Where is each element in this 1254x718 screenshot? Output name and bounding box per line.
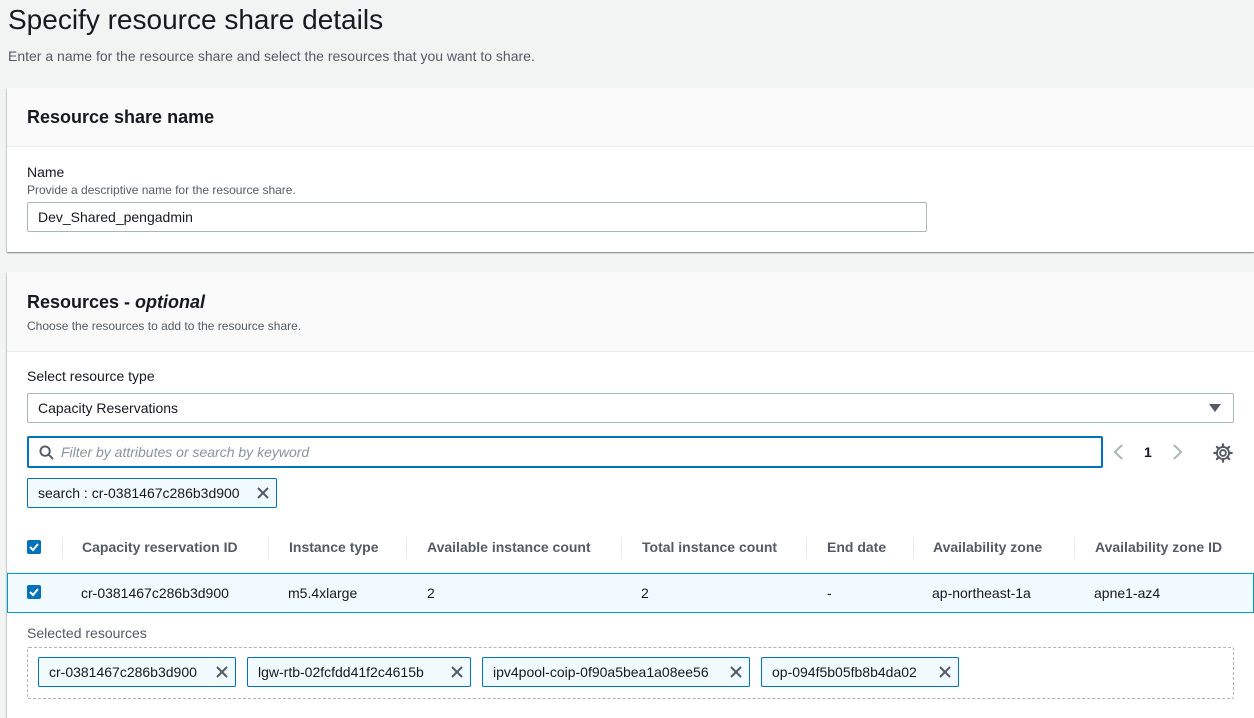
resource-type-label: Select resource type xyxy=(27,368,155,384)
filter-token: search : cr-0381467c286b3d900 xyxy=(27,478,277,508)
selected-resource-label: cr-0381467c286b3d900 xyxy=(49,664,197,680)
table-row[interactable]: cr-0381467c286b3d900 m5.4xlarge 2 2 - ap… xyxy=(7,573,1254,613)
selected-resource-token: cr-0381467c286b3d900 xyxy=(38,657,236,687)
column-header-available-instance-count[interactable]: Available instance count xyxy=(427,539,591,555)
column-divider xyxy=(1074,537,1075,559)
column-divider xyxy=(621,537,622,559)
resource-type-value: Capacity Reservations xyxy=(38,400,178,416)
table-cell: 2 xyxy=(427,585,435,601)
column-header-availability-zone[interactable]: Availability zone xyxy=(933,539,1042,555)
selected-resources-area: cr-0381467c286b3d900 lgw-rtb-02fcfdd41f2… xyxy=(27,647,1234,699)
close-icon[interactable] xyxy=(256,486,270,500)
name-field-description: Provide a descriptive name for the resou… xyxy=(27,183,296,197)
close-icon[interactable] xyxy=(215,665,229,679)
name-input[interactable] xyxy=(27,202,927,232)
table-header: Capacity reservation ID Instance type Av… xyxy=(7,523,1254,573)
next-page-icon[interactable] xyxy=(1169,442,1185,462)
filter-token-label: search : cr-0381467c286b3d900 xyxy=(38,485,240,501)
column-header-instance-type[interactable]: Instance type xyxy=(289,539,378,555)
select-all-checkbox[interactable] xyxy=(27,540,41,554)
selected-resource-token: op-094f5b05fb8b4da02 xyxy=(761,657,959,687)
column-header-capacity-reservation-id[interactable]: Capacity reservation ID xyxy=(82,539,238,555)
table-cell: apne1-az4 xyxy=(1094,585,1160,601)
table-cell: - xyxy=(827,585,832,601)
optional-label: optional xyxy=(135,292,205,312)
selected-resources-label: Selected resources xyxy=(27,625,147,641)
column-header-availability-zone-id[interactable]: Availability zone ID xyxy=(1095,539,1222,555)
resources-panel: Resources - optional Choose the resource… xyxy=(7,272,1254,718)
column-divider xyxy=(62,537,63,559)
column-header-total-instance-count[interactable]: Total instance count xyxy=(642,539,777,555)
resource-share-name-panel: Resource share name Name Provide a descr… xyxy=(7,88,1254,252)
name-field-label-group: Name Provide a descriptive name for the … xyxy=(27,164,296,197)
name-field-label: Name xyxy=(27,164,296,180)
panel-title: Resource share name xyxy=(27,107,1234,128)
current-page-number[interactable]: 1 xyxy=(1144,444,1152,460)
row-checkbox[interactable] xyxy=(27,585,41,599)
page-title: Specify resource share details xyxy=(8,4,383,36)
previous-page-icon[interactable] xyxy=(1111,442,1127,462)
panel-header: Resources - optional Choose the resource… xyxy=(7,272,1254,352)
selected-resource-label: op-094f5b05fb8b4da02 xyxy=(772,664,917,680)
column-divider xyxy=(806,537,807,559)
close-icon[interactable] xyxy=(729,665,743,679)
filter-input[interactable] xyxy=(61,438,1091,466)
panel-description: Choose the resources to add to the resou… xyxy=(27,319,1234,333)
table-cell: 2 xyxy=(641,585,649,601)
gear-icon[interactable] xyxy=(1212,442,1234,464)
panel-header: Resource share name xyxy=(7,88,1254,147)
selected-resource-label: lgw-rtb-02fcfdd41f2c4615b xyxy=(258,664,424,680)
selected-resource-token: lgw-rtb-02fcfdd41f2c4615b xyxy=(247,657,471,687)
column-divider xyxy=(268,537,269,559)
column-header-end-date[interactable]: End date xyxy=(827,539,886,555)
close-icon[interactable] xyxy=(450,665,464,679)
selected-resource-token: ipv4pool-coip-0f90a5bea1a08ee56 xyxy=(482,657,750,687)
filter-search-box[interactable] xyxy=(27,436,1103,468)
page-description: Enter a name for the resource share and … xyxy=(8,48,535,64)
table-cell: ap-northeast-1a xyxy=(932,585,1031,601)
table-cell: cr-0381467c286b3d900 xyxy=(81,585,229,601)
column-divider xyxy=(406,537,407,559)
table-cell: m5.4xlarge xyxy=(288,585,357,601)
column-divider xyxy=(913,537,914,559)
panel-title: Resources - optional xyxy=(27,292,1234,313)
resource-type-select[interactable]: Capacity Reservations xyxy=(27,393,1234,423)
search-icon xyxy=(39,445,54,465)
caret-down-icon xyxy=(1209,404,1221,412)
selected-resource-label: ipv4pool-coip-0f90a5bea1a08ee56 xyxy=(493,664,709,680)
close-icon[interactable] xyxy=(938,665,952,679)
